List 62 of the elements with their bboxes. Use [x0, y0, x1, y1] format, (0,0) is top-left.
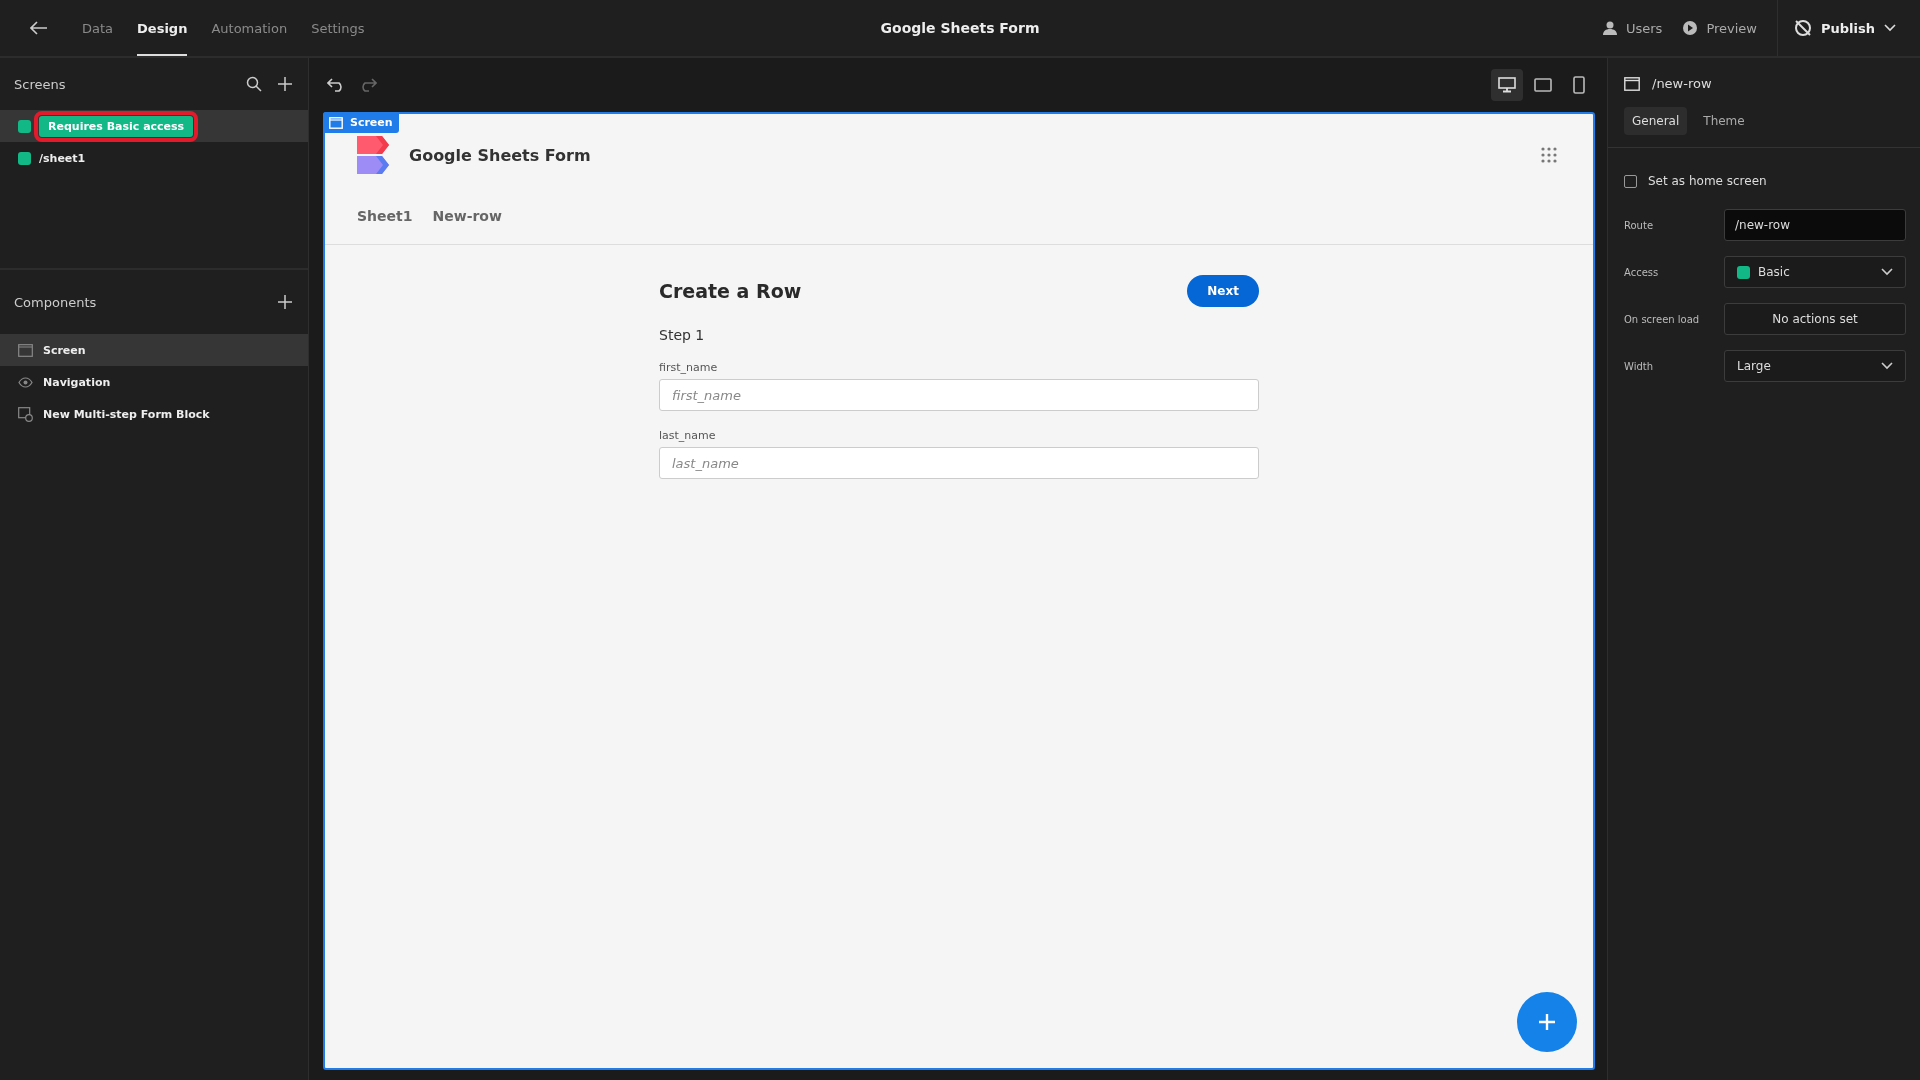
monitor-icon [1498, 77, 1516, 93]
input-field[interactable]: last_name [659, 447, 1259, 479]
add-icon[interactable] [278, 295, 292, 309]
nav-tab[interactable]: Design [137, 0, 188, 56]
checkbox-label: Set as home screen [1648, 174, 1767, 188]
publish-button[interactable]: Publish [1777, 0, 1920, 56]
panel-title: Components [14, 294, 97, 310]
field-label: last_name [659, 429, 717, 442]
crossed-circle-icon [1794, 19, 1812, 37]
next-button[interactable]: Next [1187, 275, 1259, 307]
screen-badge: Screen [323, 112, 399, 133]
window-icon [329, 116, 343, 129]
setting-label: Access [1624, 266, 1659, 278]
phone-icon [1573, 76, 1585, 94]
window-icon [18, 343, 33, 357]
actions-button[interactable]: No actions set [1724, 303, 1906, 335]
field-label: first_name [659, 361, 719, 374]
undo-icon[interactable] [327, 78, 345, 92]
component-item[interactable]: New Multi-step Form Block [0, 398, 308, 430]
desktop-view-button[interactable] [1491, 69, 1523, 101]
screen-icon [1624, 76, 1640, 91]
select-dropdown[interactable]: Large [1724, 350, 1906, 382]
setting-label: Width [1624, 360, 1654, 372]
grid-menu-icon[interactable] [1541, 147, 1557, 163]
nav-tab[interactable]: Data [82, 0, 114, 56]
chevron-down-icon [1881, 362, 1893, 370]
form-title: Create a Row [659, 280, 802, 302]
preview-button[interactable]: Preview [1682, 20, 1757, 36]
setting-label: On screen load [1624, 313, 1700, 325]
play-icon [1682, 20, 1699, 36]
redo-icon[interactable] [359, 78, 377, 92]
form-block-icon [18, 406, 33, 422]
nav-link[interactable]: New-row [432, 208, 502, 224]
user-icon [1602, 20, 1618, 36]
tablet-icon [1534, 78, 1552, 92]
checkbox[interactable] [1624, 174, 1637, 188]
eye-icon [18, 376, 33, 388]
app-name: Google Sheets Form [409, 145, 591, 165]
add-icon[interactable] [278, 77, 292, 91]
properties-tab[interactable]: Theme [1695, 107, 1753, 135]
route-field[interactable]: /new-row [1724, 209, 1906, 241]
setting-label: Route [1624, 219, 1654, 231]
component-item[interactable]: Screen [0, 334, 308, 366]
back-arrow-icon[interactable] [30, 21, 48, 35]
step-label: Step 1 [659, 327, 706, 343]
search-icon[interactable] [246, 76, 262, 92]
app-title: Google Sheets Form [880, 20, 1040, 36]
input-field[interactable]: first_name [659, 379, 1259, 411]
users-button[interactable]: Users [1602, 20, 1663, 36]
screen-route: /new-row [1652, 76, 1712, 91]
add-component-button[interactable] [1517, 992, 1577, 1052]
chevron-down-icon [1884, 24, 1896, 32]
select-dropdown[interactable]: Basic [1724, 256, 1906, 288]
panel-title: Screens [14, 76, 66, 92]
route-list-item[interactable]: /sheet1 [0, 142, 308, 174]
chevron-down-icon [1881, 268, 1893, 276]
properties-tab[interactable]: General [1624, 107, 1688, 135]
component-item[interactable]: Navigation [0, 366, 308, 398]
nav-tab[interactable]: Settings [311, 0, 365, 56]
nav-link[interactable]: Sheet1 [357, 208, 413, 224]
plus-icon [1538, 1013, 1556, 1031]
nav-tab[interactable]: Automation [211, 0, 288, 56]
